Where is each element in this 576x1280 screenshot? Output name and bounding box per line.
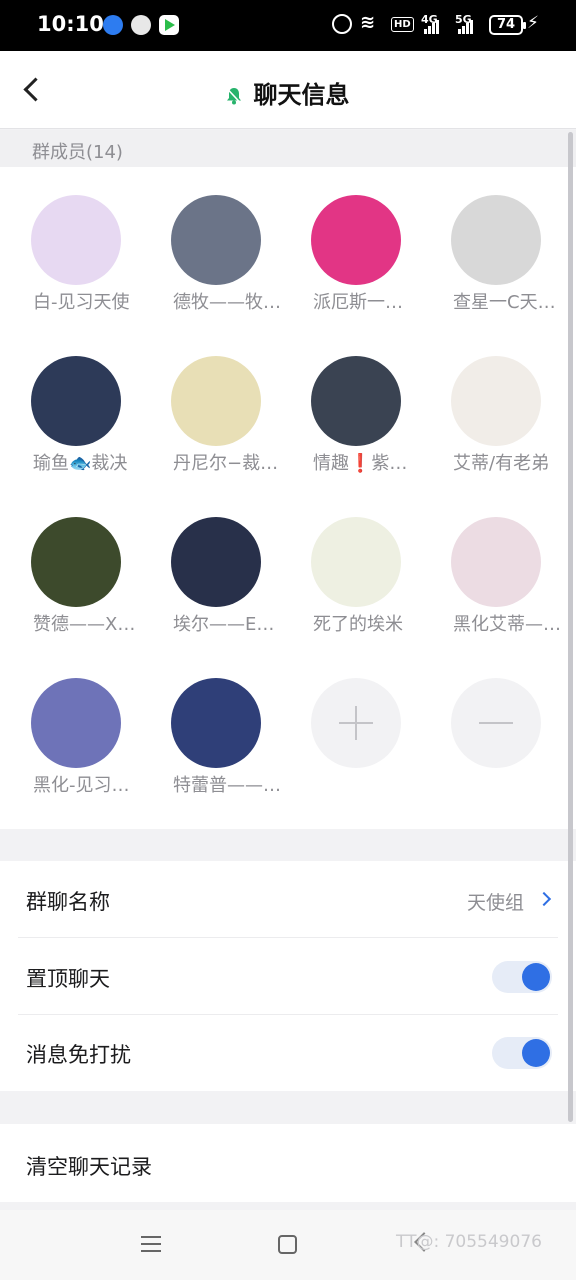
member-item[interactable]: 黑化-见习… xyxy=(0,650,140,796)
alarm-icon xyxy=(332,14,352,34)
member-name: 埃尔——E… xyxy=(173,614,275,635)
member-name: 艾蒂/有老弟 xyxy=(453,453,550,474)
avatar[interactable] xyxy=(311,517,401,607)
status-time: 10:10 xyxy=(37,12,104,36)
chevron-right-icon xyxy=(536,891,552,907)
pin-chat-toggle[interactable] xyxy=(492,961,552,993)
member-name: 德牧——牧… xyxy=(173,292,280,313)
remove-member-button[interactable] xyxy=(451,678,541,768)
bell-muted-icon xyxy=(226,87,243,105)
signal-icon xyxy=(424,18,440,34)
header: 聊天信息 xyxy=(0,51,576,129)
mute-toggle[interactable] xyxy=(492,1037,552,1069)
watermark: TT@: 705549076 xyxy=(396,1232,542,1252)
member-name: 丹尼尔−裁… xyxy=(173,453,279,474)
battery-icon: 74 xyxy=(489,15,526,35)
member-name: 情趣❗紫… xyxy=(313,453,408,474)
member-item[interactable]: 情趣❗紫… xyxy=(280,328,420,474)
avatar[interactable] xyxy=(451,195,541,285)
member-name: 白-见习天使 xyxy=(33,292,130,313)
menu-icon[interactable] xyxy=(141,1234,161,1254)
hd-badge: HD xyxy=(391,17,414,32)
member-item[interactable]: 死了的埃米 xyxy=(280,489,420,635)
app-notification-icon xyxy=(103,15,123,35)
member-item[interactable]: 丹尼尔−裁… xyxy=(140,328,280,474)
member-item[interactable]: 瑜鱼🐟裁决 xyxy=(0,328,140,474)
avatar[interactable] xyxy=(171,356,261,446)
avatar[interactable] xyxy=(31,517,121,607)
avatar[interactable] xyxy=(171,195,261,285)
wifi-icon: ≋ xyxy=(360,12,376,33)
member-item[interactable]: 埃尔——E… xyxy=(140,489,280,635)
settings-group: 群聊名称 天使组 置顶聊天 消息免打扰 xyxy=(0,861,576,1091)
members-section-header: 群成员(14) xyxy=(0,130,576,167)
mute-row: 消息免打扰 xyxy=(0,1014,576,1091)
remove-member-item[interactable] xyxy=(420,650,560,790)
members-count-label: 群成员(14) xyxy=(32,142,123,163)
member-name: 黑化-见习… xyxy=(33,775,130,796)
avatar[interactable] xyxy=(451,356,541,446)
member-item[interactable]: 派厄斯一… xyxy=(280,167,420,313)
member-name: 瑜鱼🐟裁决 xyxy=(33,453,128,474)
wechat-icon xyxy=(131,15,151,35)
group-name-label: 群聊名称 xyxy=(26,890,110,914)
member-name: 查星一C天… xyxy=(453,292,556,313)
avatar[interactable] xyxy=(31,195,121,285)
mute-label: 消息免打扰 xyxy=(26,1043,131,1067)
member-item[interactable]: 艾蒂/有老弟 xyxy=(420,328,560,474)
member-item[interactable]: 赞德——X… xyxy=(0,489,140,635)
member-name: 黑化艾蒂—… xyxy=(453,614,560,635)
avatar[interactable] xyxy=(171,678,261,768)
home-icon[interactable] xyxy=(278,1235,297,1254)
member-item[interactable]: 特蕾普——… xyxy=(140,650,280,796)
pin-chat-label: 置顶聊天 xyxy=(26,967,110,991)
system-nav-bar: TT@: 705549076 xyxy=(0,1210,576,1280)
member-item[interactable]: 黑化艾蒂—… xyxy=(420,489,560,635)
pin-chat-row: 置顶聊天 xyxy=(0,938,576,1015)
clear-history-row[interactable]: 清空聊天记录 xyxy=(0,1124,576,1202)
member-name: 特蕾普——… xyxy=(173,775,280,796)
signal-icon-2 xyxy=(458,18,474,34)
member-name: 赞德——X… xyxy=(33,614,136,635)
scrollbar[interactable] xyxy=(568,132,573,1122)
members-grid: 白-见习天使 德牧——牧… 派厄斯一… 查星一C天… 瑜鱼🐟裁决 丹尼尔−裁… … xyxy=(0,167,576,829)
member-item[interactable]: 查星一C天… xyxy=(420,167,560,313)
member-name: 死了的埃米 xyxy=(313,614,403,635)
status-bar: 10:10 ≋ HD 4G 5G 74 ⚡ xyxy=(0,0,576,51)
add-member-button[interactable] xyxy=(311,678,401,768)
avatar[interactable] xyxy=(311,356,401,446)
avatar[interactable] xyxy=(171,517,261,607)
clear-history-label: 清空聊天记录 xyxy=(26,1155,152,1179)
member-item[interactable]: 白-见习天使 xyxy=(0,167,140,313)
title-wrap: 聊天信息 xyxy=(0,75,576,110)
page-title: 聊天信息 xyxy=(253,81,350,109)
group-name-row[interactable]: 群聊名称 天使组 xyxy=(0,861,576,938)
avatar[interactable] xyxy=(31,356,121,446)
charging-icon: ⚡ xyxy=(527,13,539,33)
avatar[interactable] xyxy=(31,678,121,768)
member-item[interactable]: 德牧——牧… xyxy=(140,167,280,313)
group-name-value: 天使组 xyxy=(466,892,524,914)
video-app-icon xyxy=(159,15,179,35)
member-name: 派厄斯一… xyxy=(313,292,403,313)
avatar[interactable] xyxy=(311,195,401,285)
add-member-item[interactable] xyxy=(280,650,420,790)
avatar[interactable] xyxy=(451,517,541,607)
